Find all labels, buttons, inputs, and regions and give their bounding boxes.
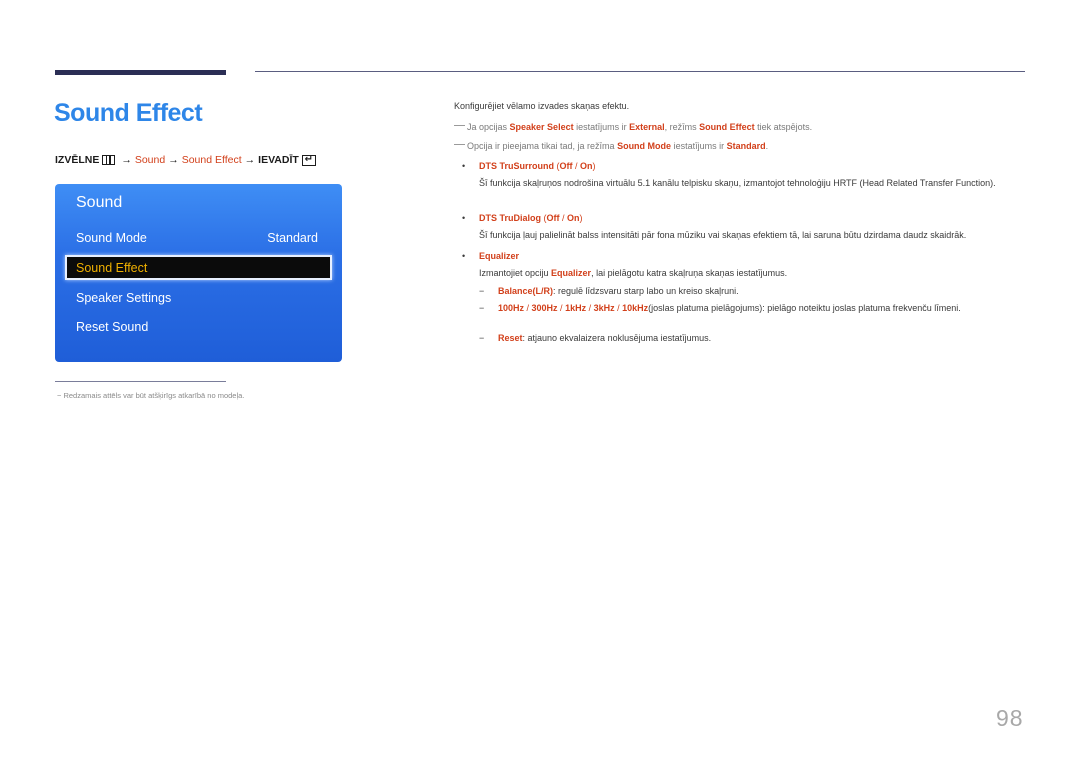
breadcrumb-step-sound: Sound [134,154,166,166]
note-dash-icon [454,144,465,145]
footnote-rule [55,381,226,382]
osd-item-reset-sound[interactable]: Reset Sound [76,320,318,334]
keyword: 10kHz [622,303,649,313]
note-text: iestatījums ir [573,122,630,132]
breadcrumb-enter-label: IEVADĪT [258,154,299,166]
intro-text: Konfigurējiet vēlamo izvades skaņas efek… [454,101,630,111]
osd-item-value: Standard [267,231,318,245]
breadcrumb-arrow: → [121,154,132,166]
keyword: Sound Mode [617,141,672,151]
separator: / [559,213,568,223]
menu-grid-icon [102,155,116,165]
bullet-icon: • [462,161,466,171]
separator: / [524,303,532,313]
keyword: Speaker Select [509,122,574,132]
option-on: On [567,213,580,223]
keyword: 1kHz [565,303,587,313]
osd-item-speaker-settings[interactable]: Speaker Settings [76,291,318,305]
page-number: 98 [996,705,1024,731]
note-text: . [765,141,769,151]
breadcrumb-arrow: → [168,154,179,166]
breadcrumb-arrow: → [244,154,256,166]
separator: / [614,303,623,313]
footnote: − Redzamais attēls var būt atšķirīgs atk… [57,391,245,400]
dash-icon: − [479,303,485,313]
note-text: Opcija ir pieejama tikai tad, ja režīma [467,141,618,151]
separator: / [586,303,594,313]
paren: ) [592,161,596,171]
option-off: Off [559,161,573,171]
osd-item-label: Sound Effect [76,261,148,275]
osd-item-label: Sound Mode [76,231,147,245]
osd-item-label: Speaker Settings [76,291,172,305]
breadcrumb-menu-label: IZVĒLNE [55,154,100,166]
note-text: Ja opcijas [467,122,510,132]
bullet-description: Šī funkcija skaļruņos nodrošina virtuālu… [479,178,996,188]
equalizer-item-text: 100Hz / 300Hz / 1kHz / 3kHz / 10kHz(josl… [498,303,1028,315]
header-rule [255,71,1025,72]
breadcrumb-step-sound-effect: Sound Effect [181,154,242,166]
bullet-description: Izmantojiet opciju Equalizer, lai pielāg… [479,268,1039,280]
equalizer-item-text: Reset: atjauno ekvalaizera noklusējuma i… [498,333,711,345]
keyword: 300Hz [531,303,558,313]
note-text: , režīms [664,122,700,132]
separator: / [557,303,566,313]
desc-text: Izmantojiet opciju [479,268,552,278]
bullet-heading: DTS TruSurround (Off / On) [479,161,596,173]
bullet-heading: DTS TruDialog (Off / On) [479,213,583,225]
keyword: External [629,122,665,132]
page-title: Sound Effect [54,99,203,127]
breadcrumb: IZVĒLNE → Sound → Sound Effect → IEVADĪT… [55,154,316,166]
osd-sound-menu: Sound Sound Mode Standard Sound Effect S… [55,184,342,362]
equalizer-item-text: Balance(L/R): regulē līdzsvaru starp lab… [498,286,739,298]
osd-item-sound-mode[interactable]: Sound Mode Standard [76,231,318,245]
desc-text: (joslas platuma pielāgojums): pielāgo no… [648,303,961,313]
paren: ) [579,213,583,223]
keyword: 100Hz [498,303,525,313]
note-sound-mode: Opcija ir pieejama tikai tad, ja režīma … [454,141,768,153]
keyword: Balance(L/R) [498,286,554,296]
dash-icon: − [479,333,485,343]
dash-icon: − [479,286,485,296]
option-on: On [580,161,593,171]
keyword: Reset [498,333,523,343]
keyword: 3kHz [593,303,615,313]
separator: / [572,161,581,171]
note-text: iestatījums ir [671,141,727,151]
bullet-icon: • [462,213,466,223]
desc-text: : atjauno ekvalaizera noklusējuma iestat… [522,333,712,343]
keyword: DTS TruDialog [479,213,542,223]
keyword: DTS TruSurround [479,161,554,171]
bullet-icon: • [462,251,466,261]
desc-text: : regulē līdzsvaru starp labo un kreiso … [553,286,739,296]
note-dash-icon [454,125,465,126]
osd-menu-title: Sound [76,194,123,211]
osd-item-label: Reset Sound [76,320,149,334]
bullet-heading: Equalizer [479,251,520,261]
option-off: Off [546,213,560,223]
desc-text: , lai pielāgotu katra skaļruņa skaņas ie… [591,268,788,278]
header-bar-thick [55,70,226,75]
keyword: Sound Effect [699,122,755,132]
bullet-description: Šī funkcija ļauj palielināt balss intens… [479,230,967,240]
keyword: Equalizer [551,268,592,278]
enter-return-icon: ↵ [301,154,316,166]
keyword: Standard [726,141,766,151]
note-text: tiek atspējots. [754,122,813,132]
note-speaker-select: Ja opcijas Speaker Select iestatījums ir… [454,122,812,134]
osd-item-sound-effect-selected[interactable]: Sound Effect [65,255,332,280]
